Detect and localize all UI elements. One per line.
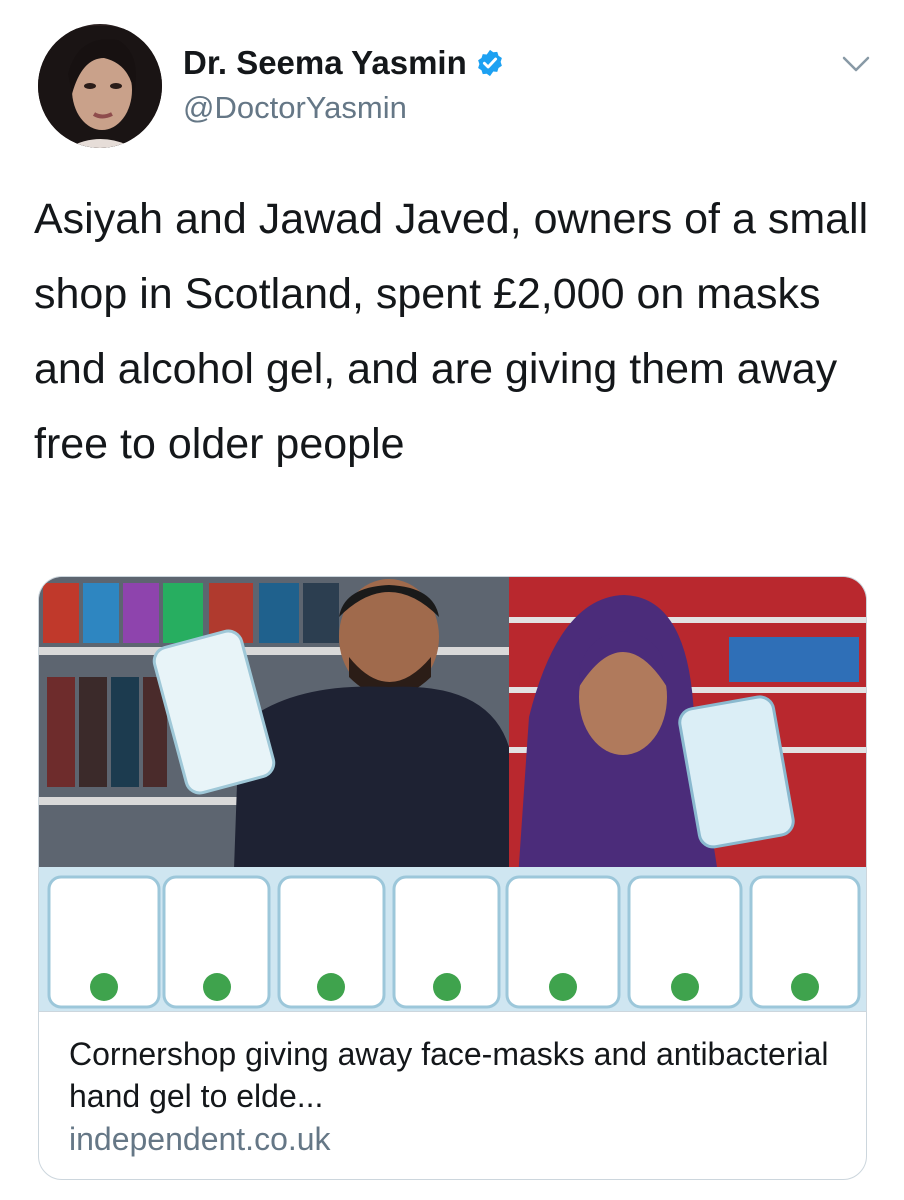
shop-owners-photo-icon: [39, 577, 866, 1011]
profile-photo-icon: [38, 24, 162, 148]
card-domain[interactable]: independent.co.uk: [69, 1121, 331, 1158]
author-handle[interactable]: @DoctorYasmin: [183, 90, 407, 126]
card-divider: [39, 1011, 866, 1012]
card-image[interactable]: [39, 577, 866, 1011]
display-name[interactable]: Dr. Seema Yasmin: [183, 44, 505, 82]
chevron-down-icon[interactable]: [838, 52, 874, 76]
display-name-text: Dr. Seema Yasmin: [183, 44, 467, 81]
verified-badge-icon: [477, 49, 502, 77]
avatar[interactable]: [38, 24, 162, 148]
tweet-text: Asiyah and Jawad Javed, owners of a smal…: [34, 195, 869, 468]
card-title[interactable]: Cornershop giving away face-masks and an…: [69, 1033, 839, 1117]
link-card[interactable]: Cornershop giving away face-masks and an…: [38, 576, 867, 1180]
